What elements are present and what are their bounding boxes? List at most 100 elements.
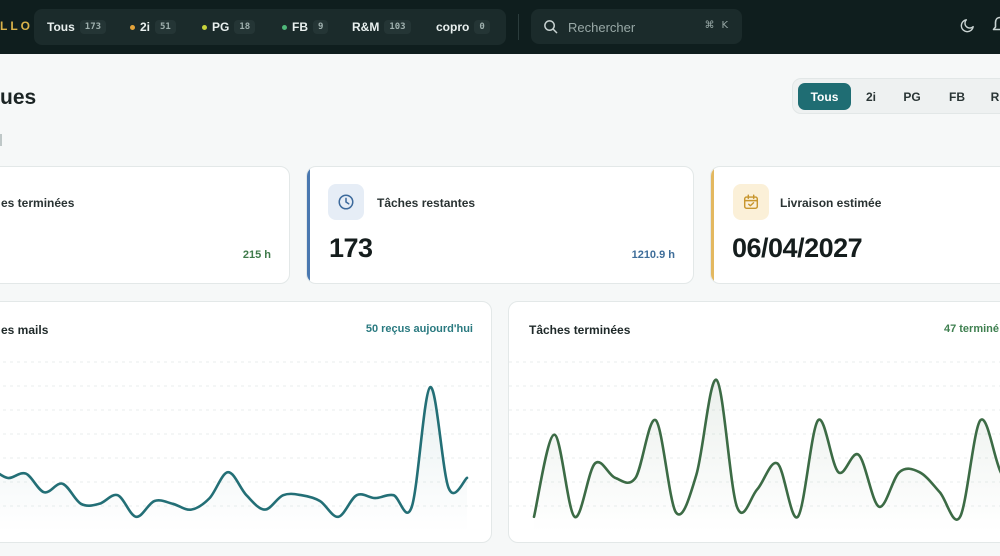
bell-icon[interactable] — [992, 16, 1000, 34]
clock-icon — [338, 194, 354, 210]
chart-point[interactable] — [877, 505, 881, 509]
chart-point[interactable] — [938, 490, 942, 494]
stat-card-title: Livraison estimée — [780, 196, 882, 210]
filter-chip-2i[interactable]: 2i 51 — [130, 18, 176, 36]
chart-point[interactable] — [715, 378, 719, 382]
chart-panel-mails: es mails 50 reçus aujourd'hui — [0, 301, 492, 543]
chart-point[interactable] — [318, 499, 322, 503]
chart-point[interactable] — [300, 493, 304, 497]
chart-point[interactable] — [42, 490, 46, 494]
chart-badge: 47 terminé — [943, 323, 999, 335]
chart-point[interactable] — [816, 418, 820, 422]
chart-point[interactable] — [208, 496, 212, 500]
calendar-check-icon — [743, 194, 759, 210]
segment-tous[interactable]: Tous — [798, 83, 851, 110]
chart-point[interactable] — [755, 487, 759, 491]
chart-point[interactable] — [776, 462, 780, 466]
filter-chip-label: FB — [292, 20, 308, 34]
filter-chip-tous[interactable]: Tous 173 — [47, 18, 107, 36]
chart-point[interactable] — [153, 499, 157, 503]
filter-chip-count: 0 — [474, 20, 490, 34]
search-placeholder: Rechercher — [568, 20, 636, 35]
chart-point[interactable] — [226, 470, 230, 474]
chart-point[interactable] — [79, 502, 83, 506]
shortcut-mod: ⌘ — [704, 20, 715, 31]
chart-point[interactable] — [61, 482, 65, 486]
chart-point[interactable] — [5, 476, 9, 480]
chart-point[interactable] — [171, 502, 175, 506]
chart-point[interactable] — [857, 453, 861, 457]
filter-chip-label: 2i — [140, 20, 151, 34]
tasks-line-chart — [509, 361, 1000, 532]
search-input[interactable]: Rechercher ⌘ K — [531, 9, 742, 44]
stat-card-badge: 215 h — [242, 249, 271, 261]
chart-point[interactable] — [263, 508, 267, 512]
chart-point[interactable] — [958, 515, 962, 519]
chart-point[interactable] — [654, 418, 658, 422]
chart-badge: 50 reçus aujourd'hui — [365, 323, 473, 335]
chart-area — [0, 387, 467, 532]
chart-point[interactable] — [410, 505, 414, 509]
chart-point[interactable] — [634, 476, 638, 480]
chart-point[interactable] — [428, 385, 432, 389]
chart-point[interactable] — [918, 470, 922, 474]
chart-point[interactable] — [97, 502, 101, 506]
chart-area — [534, 379, 1000, 532]
chart-point[interactable] — [336, 515, 340, 519]
filter-chip-fb[interactable]: FB 9 — [282, 18, 329, 36]
chart-point[interactable] — [447, 486, 451, 490]
search-icon — [544, 20, 558, 34]
chart-point[interactable] — [674, 511, 678, 515]
shortcut-key: K — [721, 20, 728, 31]
status-dot-icon — [282, 24, 287, 30]
top-bar: LLO Tous 173 2i 51 PG 18 FB 9 R&M 103 co… — [0, 0, 1000, 54]
chart-point[interactable] — [116, 493, 120, 497]
chart-point[interactable] — [573, 515, 577, 519]
moon-icon[interactable] — [960, 16, 977, 33]
chart-point[interactable] — [978, 418, 982, 422]
chart-point[interactable] — [532, 515, 536, 519]
search-shortcut: ⌘ K — [704, 20, 728, 31]
card-icon-box — [733, 184, 769, 220]
filter-chip-label: Tous — [47, 20, 75, 34]
chart-point[interactable] — [694, 473, 698, 477]
chart-point[interactable] — [465, 476, 469, 480]
divider — [518, 14, 519, 40]
stat-card-title: es terminées — [1, 196, 75, 210]
card-icon-box — [328, 184, 364, 220]
chart-point[interactable] — [392, 493, 396, 497]
filter-chip-rm[interactable]: R&M 103 — [352, 18, 411, 36]
chart-point[interactable] — [244, 493, 248, 497]
chart-point[interactable] — [552, 433, 556, 437]
chart-point[interactable] — [735, 505, 739, 509]
filter-chip-label: copro — [436, 20, 470, 34]
chart-point[interactable] — [281, 493, 285, 497]
chart-point[interactable] — [134, 515, 138, 519]
filter-chip-label: R&M — [352, 20, 380, 34]
stat-card-remaining: Tâches restantes 173 1210.9 h — [306, 166, 694, 284]
segment-pg[interactable]: PG — [891, 83, 933, 110]
stat-card-badge: 1210.9 h — [631, 249, 675, 261]
chart-point[interactable] — [189, 508, 193, 512]
chart-point[interactable] — [593, 462, 597, 466]
stat-card-value: 173 — [329, 233, 373, 263]
segment-2i[interactable]: 2i — [855, 83, 887, 110]
card-accent — [307, 167, 310, 283]
chart-point[interactable] — [613, 476, 617, 480]
chart-title: Tâches terminées — [529, 323, 631, 337]
segment-fb[interactable]: FB — [937, 83, 977, 110]
segment-r[interactable]: R — [981, 83, 1000, 110]
chart-point[interactable] — [796, 515, 800, 519]
filter-chip-pg[interactable]: PG 18 — [202, 18, 256, 36]
card-accent — [711, 167, 714, 283]
chart-point[interactable] — [24, 472, 28, 476]
chart-panel-tasks: Tâches terminées 47 terminé — [508, 301, 1000, 543]
brand-logo[interactable]: LLO — [0, 19, 33, 33]
chart-point[interactable] — [836, 470, 840, 474]
chart-point[interactable] — [897, 470, 901, 474]
filter-chip-copro[interactable]: copro 0 — [436, 18, 490, 36]
chart-point[interactable] — [373, 496, 377, 500]
status-dot-icon — [202, 24, 207, 30]
filter-chip-count: 18 — [234, 20, 256, 34]
chart-point[interactable] — [355, 493, 359, 497]
